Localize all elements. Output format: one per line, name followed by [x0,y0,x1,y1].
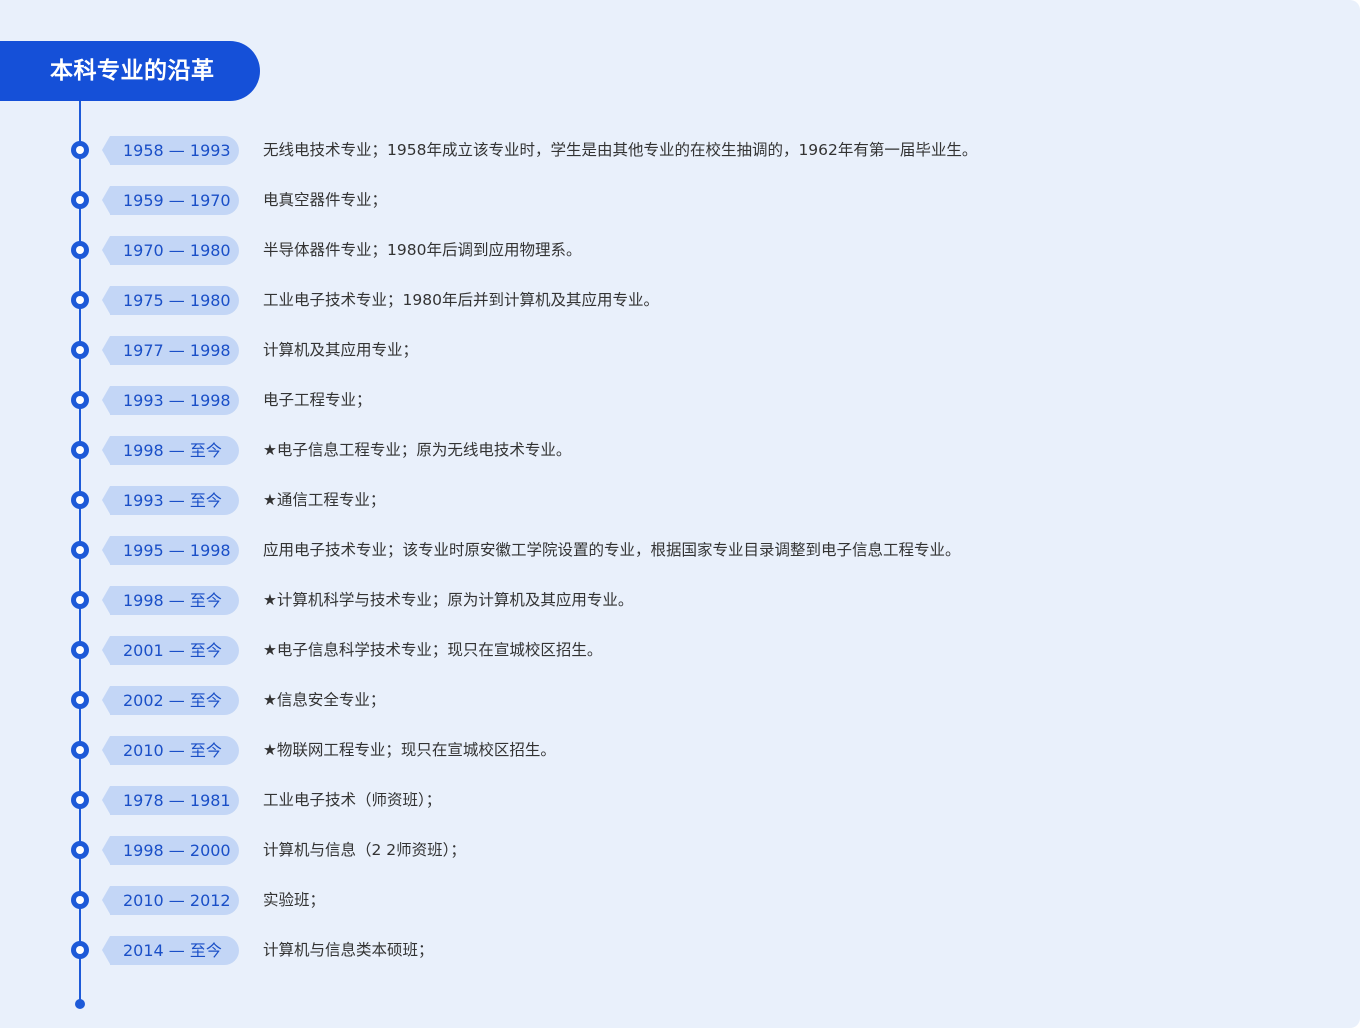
period-label: 2001 — 至今 [123,641,222,660]
timeline-item: 1998 — 至今 ★计算机科学与技术专业；原为计算机及其应用专业。 [0,575,1360,625]
major-description: ★信息安全专业； [263,691,386,709]
timeline-item: 2010 — 2012 实验班； [0,875,1360,925]
period-label: 1977 — 1998 [123,341,231,360]
timeline-marker-icon [71,641,89,659]
major-description: 计算机与信息类本硕班； [263,941,434,959]
period-badge: 1958 — 1993 [102,136,239,165]
major-description: 工业电子技术（师资班）； [263,791,442,809]
period-label: 2002 — 至今 [123,691,222,710]
timeline-item: 1958 — 1993 无线电技术专业；1958年成立该专业时，学生是由其他专业的… [0,125,1360,175]
period-badge: 1998 — 2000 [102,836,239,865]
major-description: 工业电子技术专业；1980年后并到计算机及其应用专业。 [263,291,659,309]
period-label: 2010 — 2012 [123,891,231,910]
timeline-item: 1978 — 1981 工业电子技术（师资班）； [0,775,1360,825]
period-label: 1978 — 1981 [123,791,231,810]
timeline-marker-icon [71,241,89,259]
timeline-item: 1993 — 1998 电子工程专业； [0,375,1360,425]
timeline-item: 1975 — 1980 工业电子技术专业；1980年后并到计算机及其应用专业。 [0,275,1360,325]
period-badge: 2010 — 2012 [102,886,239,915]
period-badge: 1998 — 至今 [102,436,239,465]
period-label: 1958 — 1993 [123,141,231,160]
period-badge: 2014 — 至今 [102,936,239,965]
major-description: 计算机与信息（2 2师资班）； [263,841,466,859]
period-label: 1995 — 1998 [123,541,231,560]
major-description: 电子工程专业； [263,391,372,409]
period-badge: 2002 — 至今 [102,686,239,715]
major-description: 实验班； [263,891,326,909]
timeline-marker-icon [71,341,89,359]
section-title: 本科专业的沿革 [0,41,260,101]
timeline-marker-icon [71,491,89,509]
timeline-marker-icon [71,691,89,709]
period-label: 1975 — 1980 [123,291,231,310]
timeline-item: 1959 — 1970 电真空器件专业； [0,175,1360,225]
timeline-list: 1958 — 1993 无线电技术专业；1958年成立该专业时，学生是由其他专业的… [0,125,1360,975]
timeline-marker-icon [71,541,89,559]
timeline-marker-icon [71,941,89,959]
period-badge: 1998 — 至今 [102,586,239,615]
period-label: 2014 — 至今 [123,941,222,960]
timeline-marker-icon [71,791,89,809]
timeline-item: 2010 — 至今 ★物联网工程专业；现只在宣城校区招生。 [0,725,1360,775]
history-panel: 本科专业的沿革 1958 — 1993 无线电技术专业；1958年成立该专业时，学… [0,0,1360,1028]
major-description: ★物联网工程专业；现只在宣城校区招生。 [263,741,556,759]
period-badge: 2001 — 至今 [102,636,239,665]
timeline-item: 1993 — 至今 ★通信工程专业； [0,475,1360,525]
timeline-marker-icon [71,191,89,209]
period-badge: 1993 — 至今 [102,486,239,515]
timeline-marker-icon [71,741,89,759]
timeline-marker-icon [71,841,89,859]
timeline-marker-icon [71,291,89,309]
major-description: ★通信工程专业； [263,491,386,509]
timeline-item: 2001 — 至今 ★电子信息科学技术专业；现只在宣城校区招生。 [0,625,1360,675]
period-label: 1998 — 至今 [123,591,222,610]
period-label: 1959 — 1970 [123,191,231,210]
timeline-end-dot [75,999,85,1009]
major-description: 半导体器件专业；1980年后调到应用物理系。 [263,241,582,259]
major-description: 应用电子技术专业；该专业时原安徽工学院设置的专业，根据国家专业目录调整到电子信息… [263,541,961,559]
period-badge: 1993 — 1998 [102,386,239,415]
major-description: 无线电技术专业；1958年成立该专业时，学生是由其他专业的在校生抽调的，1962… [263,141,978,159]
period-badge: 2010 — 至今 [102,736,239,765]
major-description: ★电子信息科学技术专业；现只在宣城校区招生。 [263,641,603,659]
timeline-marker-icon [71,591,89,609]
timeline-marker-icon [71,891,89,909]
period-badge: 1975 — 1980 [102,286,239,315]
timeline-item: 1977 — 1998 计算机及其应用专业； [0,325,1360,375]
timeline-item: 2002 — 至今 ★信息安全专业； [0,675,1360,725]
timeline-marker-icon [71,141,89,159]
period-badge: 1977 — 1998 [102,336,239,365]
timeline-item: 1995 — 1998 应用电子技术专业；该专业时原安徽工学院设置的专业，根据国家… [0,525,1360,575]
timeline-item: 2014 — 至今 计算机与信息类本硕班； [0,925,1360,975]
period-badge: 1995 — 1998 [102,536,239,565]
timeline-item: 1998 — 至今 ★电子信息工程专业；原为无线电技术专业。 [0,425,1360,475]
timeline-marker-icon [71,441,89,459]
timeline-marker-icon [71,391,89,409]
major-description: ★计算机科学与技术专业；原为计算机及其应用专业。 [263,591,634,609]
period-label: 1970 — 1980 [123,241,231,260]
major-description: ★电子信息工程专业；原为无线电技术专业。 [263,441,572,459]
major-description: 计算机及其应用专业； [263,341,419,359]
period-label: 1993 — 1998 [123,391,231,410]
period-badge: 1959 — 1970 [102,186,239,215]
timeline-item: 1998 — 2000 计算机与信息（2 2师资班）； [0,825,1360,875]
period-label: 1993 — 至今 [123,491,222,510]
period-label: 1998 — 至今 [123,441,222,460]
period-label: 1998 — 2000 [123,841,231,860]
period-label: 2010 — 至今 [123,741,222,760]
period-badge: 1978 — 1981 [102,786,239,815]
major-description: 电真空器件专业； [263,191,388,209]
timeline-item: 1970 — 1980 半导体器件专业；1980年后调到应用物理系。 [0,225,1360,275]
period-badge: 1970 — 1980 [102,236,239,265]
